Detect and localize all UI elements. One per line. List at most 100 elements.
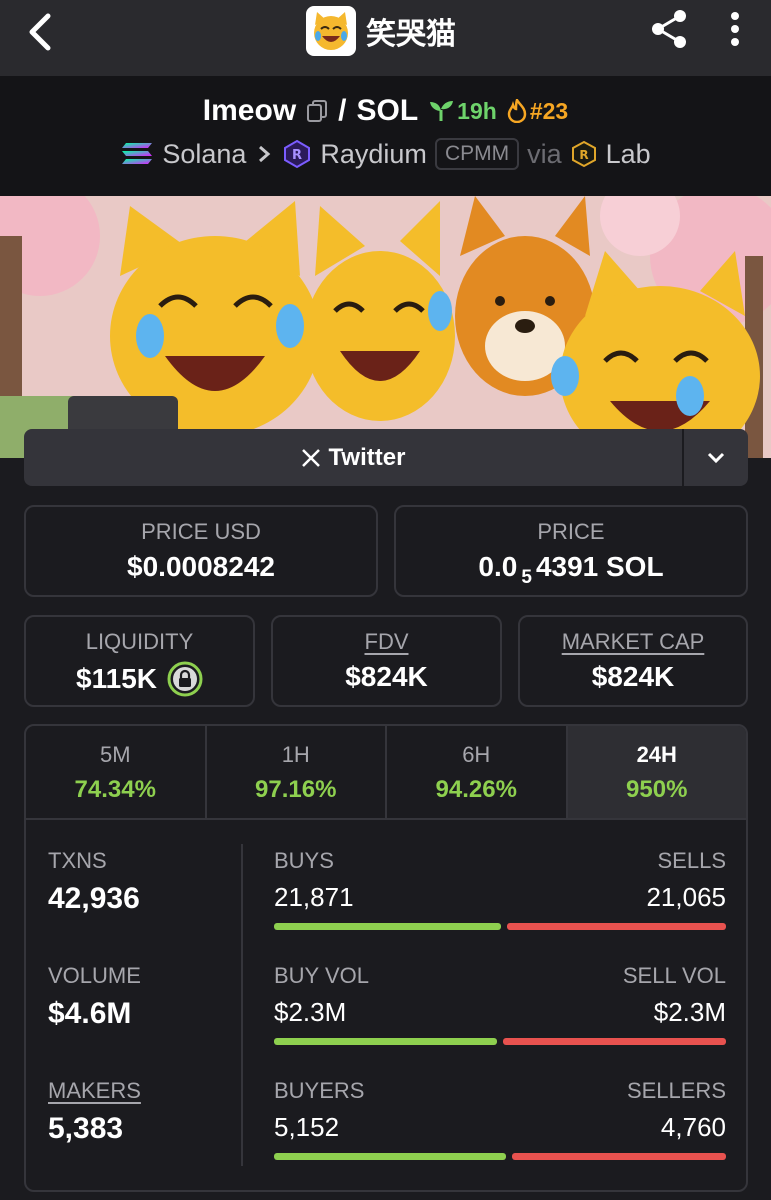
makers-label[interactable]: MAKERS [48,1078,141,1104]
pair-header: Imeow / SOL 19h #23 Solana R Raydium CPM… [0,76,771,196]
price-sol-digits: 4391 SOL [535,551,664,582]
sell-vol-label: SELL VOL [622,963,726,988]
price-usd-label: PRICE USD [141,519,261,544]
trending-rank: #23 [529,97,569,124]
copy-icon[interactable] [306,99,328,123]
pool-type-badge: CPMM [434,138,520,170]
tab-label: 24H [636,742,677,767]
x-logo-icon [301,448,320,467]
share-icon [652,10,686,48]
volume-stat: VOLUME $4.6M [48,963,141,1031]
price-sol-value: 0.0 5 4391 SOL [396,551,746,589]
makers-stat[interactable]: MAKERS 5,383 [48,1078,141,1146]
chevron-down-icon [707,452,725,463]
buy-portion-bar [274,1038,497,1045]
pair-separator: / [338,94,347,127]
buy-sell-volume-ratio-bar [274,1038,726,1045]
price-sol-card: PRICE 0.0 5 4391 SOL [394,505,748,597]
buys-label: BUYS [274,848,334,873]
buys-sells-stat: BUYS SELLS 21,871 21,065 [274,848,726,930]
buyers-label: BUYERS [274,1078,365,1103]
sell-vol-value: $2.3M [653,997,726,1027]
fdv-value: $824K [345,661,428,692]
more-options-button[interactable] [720,6,750,52]
sellers-value: 4,760 [660,1112,726,1142]
twitter-link-button[interactable]: Twitter [24,429,682,486]
stats-divider [241,844,243,1166]
txns-label: TXNS [48,848,107,873]
buy-sell-volume-stat: BUY VOL SELL VOL $2.3M $2.3M [274,963,726,1045]
tab-6h[interactable]: 6H 94.26% [387,726,568,818]
app-title: 笑哭猫 [366,17,456,52]
pair-age: 19h [457,97,497,124]
top-app-bar: 笑哭猫 [0,0,771,76]
price-change-value: 950% [626,776,688,803]
market-cap-card[interactable]: MARKET CAP $824K [518,615,748,707]
liquidity-label: LIQUIDITY [85,629,194,654]
price-sol-zero-count: 5 [521,566,532,588]
token-banner-image [0,196,771,458]
lock-icon[interactable] [167,661,203,697]
banner-artwork [0,196,771,458]
trending-rank-badge: #23 [507,98,568,125]
quote-token-symbol: SOL [356,94,419,127]
buy-sell-ratio-bar [274,923,726,930]
market-cap-value: $824K [591,661,675,692]
tab-label: 6H [462,742,491,767]
twitter-label: Twitter [328,443,406,471]
buyers-sellers-stat: BUYERS SELLERS 5,152 4,760 [274,1078,726,1160]
price-change-value: 97.16% [255,776,337,803]
pair-age-badge: 19h [428,98,497,125]
seedling-icon [430,101,454,121]
pair-title-row: Imeow / SOL 19h #23 [0,94,771,128]
market-cap-label[interactable]: MARKET CAP [520,629,746,655]
back-button[interactable] [18,8,64,54]
timeframe-tabs: 5M 74.34% 1H 97.16% 6H 94.26% 24H 950% [26,726,746,820]
dex-name[interactable]: Raydium [320,139,427,170]
tab-24h[interactable]: 24H 950% [567,726,746,818]
svg-text:R: R [579,148,588,162]
timeframe-stats-panel: 5M 74.34% 1H 97.16% 6H 94.26% 24H 950% T… [24,724,748,1192]
social-links-dropdown-button[interactable] [682,429,748,486]
sell-portion-bar [512,1153,726,1160]
via-label: via [527,138,562,169]
fdv-card[interactable]: FDV $824K [271,615,502,707]
chain-name[interactable]: Solana [162,139,246,170]
tab-1h[interactable]: 1H 97.16% [207,726,387,818]
flame-icon [507,99,527,123]
liquidity-value-row: $115K [26,661,253,697]
volume-label: VOLUME [48,963,141,988]
price-usd-value: $0.0008242 [127,551,275,582]
buyers-sellers-ratio-bar [274,1153,726,1160]
solana-logo-icon [122,143,153,164]
share-button[interactable] [646,6,692,52]
buys-value: 21,871 [274,882,354,912]
price-usd-card: PRICE USD $0.0008242 [24,505,378,597]
liquidity-card: LIQUIDITY $115K [24,615,255,707]
laughing-cat-logo-icon [306,6,356,56]
tab-label: 5M [99,742,131,767]
makers-value: 5,383 [48,1112,124,1145]
txns-stat: TXNS 42,936 [48,848,140,916]
raydium-logo-icon: R [284,139,311,169]
buyers-value: 5,152 [274,1112,340,1142]
buy-vol-value: $2.3M [274,997,347,1027]
txns-value: 42,936 [48,882,140,915]
pair-route-row: Solana R Raydium CPMM via R Lab [0,138,771,170]
tab-5m[interactable]: 5M 74.34% [26,726,207,818]
lab-logo-icon: R [571,140,596,168]
buy-portion-bar [274,923,502,930]
app-title-group: 笑哭猫 [306,6,456,56]
sell-portion-bar [503,1038,726,1045]
buy-vol-label: BUY VOL [274,963,369,988]
svg-text:R: R [292,148,302,163]
price-sol-label: PRICE [537,519,605,544]
chevron-left-icon [29,13,51,51]
price-sol-prefix: 0.0 [478,551,518,582]
tab-label: 1H [281,742,310,767]
chevron-right-icon [259,145,271,163]
sells-value: 21,065 [646,882,726,912]
price-change-value: 94.26% [435,776,517,803]
launchpad-name[interactable]: Lab [606,139,651,170]
fdv-label[interactable]: FDV [273,629,500,655]
